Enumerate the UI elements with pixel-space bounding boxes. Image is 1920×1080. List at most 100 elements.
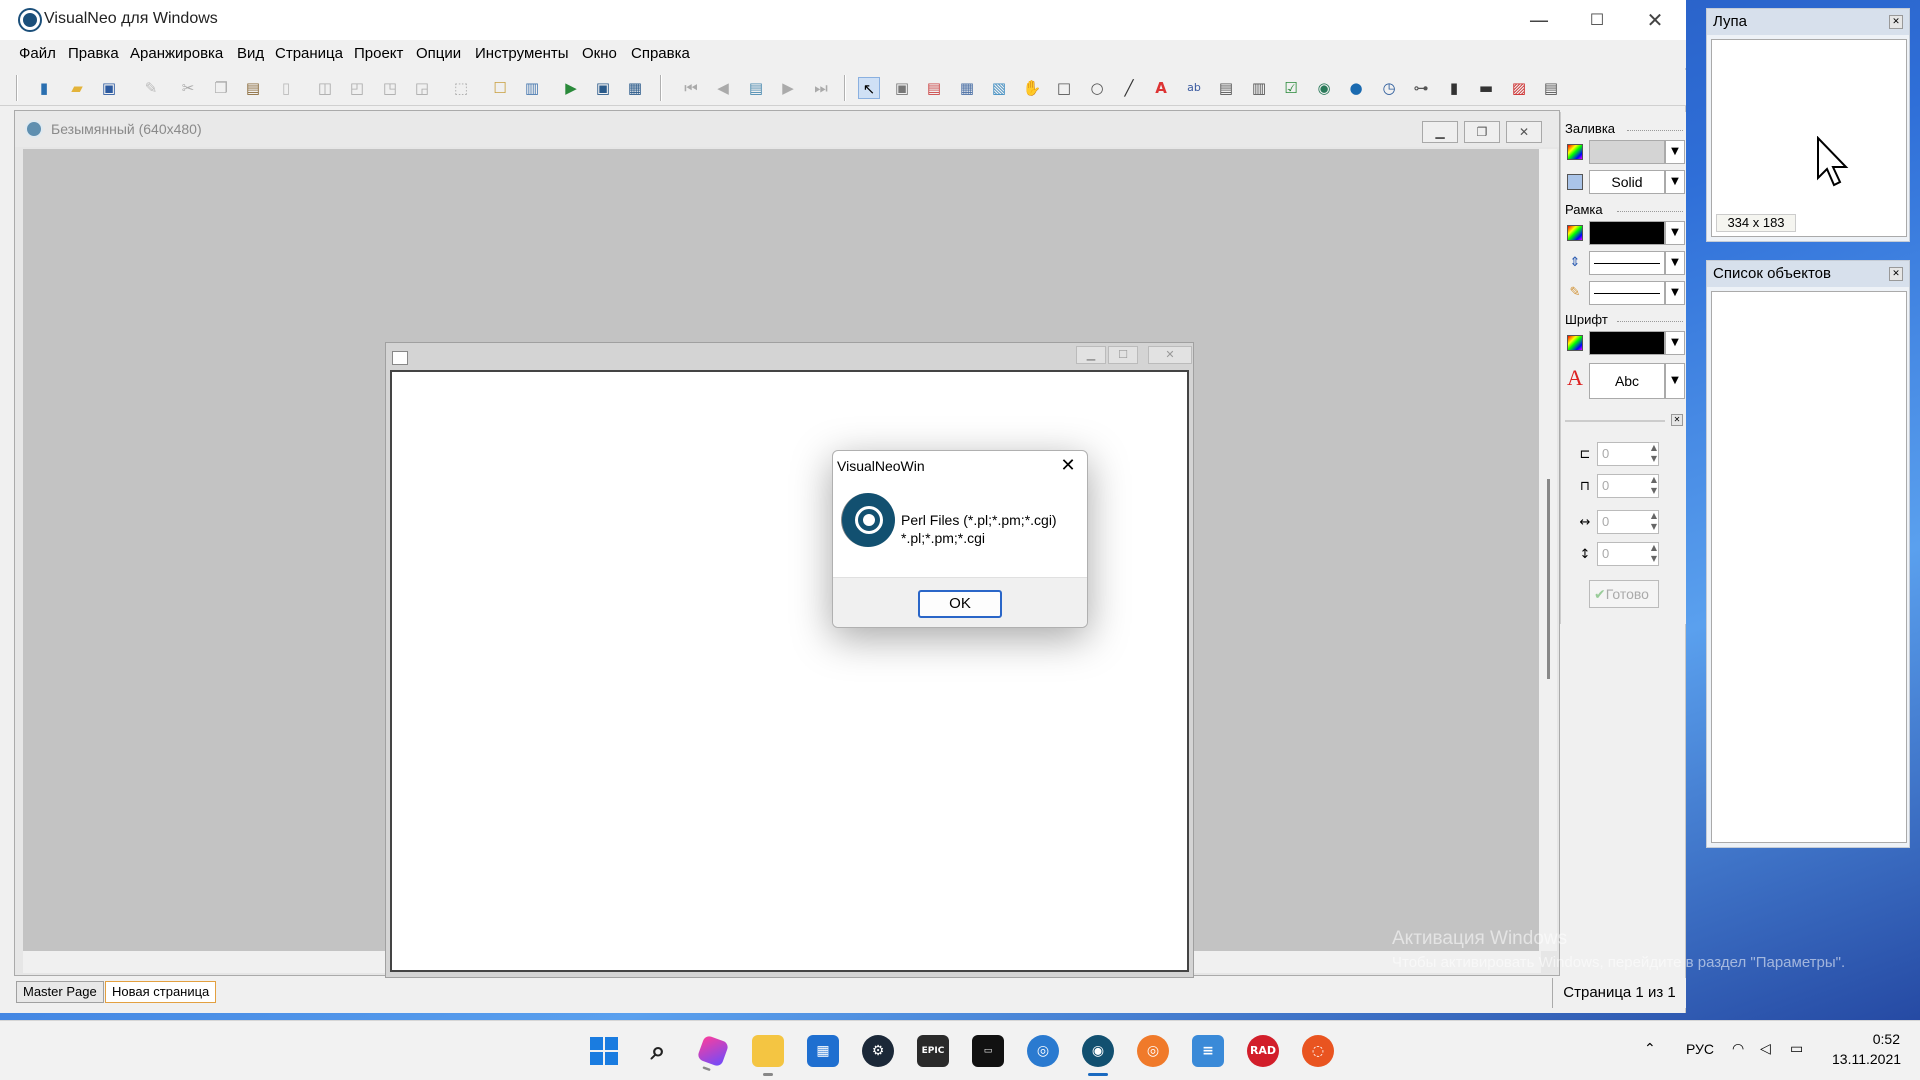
align-icon[interactable]: ◲ xyxy=(411,77,433,99)
gem-app-icon[interactable] xyxy=(696,1034,730,1072)
document-title-bar[interactable]: Безымянный (640x480) ▁ ❐ ✕ xyxy=(15,111,1559,147)
fill-color-select[interactable] xyxy=(1589,140,1665,164)
picture-tool-icon[interactable]: ▧ xyxy=(988,77,1010,99)
group-icon[interactable]: ◫ xyxy=(314,77,336,99)
save-icon[interactable]: ▣ xyxy=(98,77,120,99)
next-page-icon[interactable]: ▶ xyxy=(777,77,799,99)
listbox-tool-icon[interactable]: ▤ xyxy=(1215,77,1237,99)
plugin-tool-icon[interactable]: ▤ xyxy=(1540,77,1562,99)
close-button[interactable]: ✕ xyxy=(1626,0,1684,40)
brush-icon[interactable]: ✎ xyxy=(140,77,162,99)
menu-tools[interactable]: Инструменты xyxy=(475,45,569,62)
first-page-icon[interactable]: ⏮ xyxy=(680,77,702,99)
border-style-dropdown[interactable]: ▼ xyxy=(1665,281,1685,305)
paste-icon[interactable]: ▤ xyxy=(242,77,264,99)
compile-icon[interactable]: ▦ xyxy=(624,77,646,99)
font-select[interactable]: Abc xyxy=(1589,363,1665,399)
steam-icon[interactable]: ⚙ xyxy=(862,1035,894,1067)
menu-project[interactable]: Проект xyxy=(354,45,403,62)
run-icon[interactable]: ▶ xyxy=(560,77,582,99)
border-width-select[interactable] xyxy=(1589,251,1665,275)
preview-icon[interactable]: ▣ xyxy=(592,77,614,99)
position-panel-close-icon[interactable]: ✕ xyxy=(1671,414,1683,426)
origin-icon[interactable]: ◎ xyxy=(1137,1035,1169,1067)
text-tool-icon[interactable]: ▤ xyxy=(923,77,945,99)
document-minimize-button[interactable]: ▁ xyxy=(1422,121,1458,143)
tab-new-page[interactable]: Новая страница xyxy=(105,981,217,1003)
new-book-icon[interactable]: ▮ xyxy=(33,77,55,99)
ubuntu-icon[interactable]: ◌ xyxy=(1302,1035,1334,1067)
objects-list[interactable] xyxy=(1711,291,1907,843)
file-explorer-icon[interactable] xyxy=(752,1035,784,1076)
hotspot-tool-icon[interactable]: ✋ xyxy=(1021,77,1043,99)
goto-page-icon[interactable]: ▤ xyxy=(745,77,767,99)
line-tool-icon[interactable]: ╱ xyxy=(1118,77,1140,99)
delete-icon[interactable]: ▯ xyxy=(275,77,297,99)
notes-app-icon[interactable]: ≡ xyxy=(1192,1035,1224,1067)
volume-icon[interactable]: ◁ xyxy=(1760,1041,1771,1057)
search-icon[interactable]: ⌕ xyxy=(642,1035,674,1067)
vertical-scrollbar[interactable] xyxy=(1539,149,1557,951)
minimize-button[interactable]: — xyxy=(1510,0,1568,40)
font-dropdown[interactable]: ▼ xyxy=(1665,363,1685,399)
cut-icon[interactable]: ✂ xyxy=(177,77,199,99)
fill-color-dropdown[interactable]: ▼ xyxy=(1665,140,1685,164)
text-object-tool-icon[interactable]: A xyxy=(1150,77,1172,99)
checkbox-tool-icon[interactable]: ☑ xyxy=(1280,77,1302,99)
vertical-scroll-thumb[interactable] xyxy=(1547,479,1550,679)
menu-options[interactable]: Опции xyxy=(416,45,461,62)
ok-button[interactable]: OK xyxy=(918,590,1002,618)
menu-view[interactable]: Вид xyxy=(237,45,264,62)
document-restore-button[interactable]: ❐ xyxy=(1464,121,1500,143)
loupe-close-icon[interactable]: ✕ xyxy=(1889,15,1903,29)
wifi-icon[interactable]: ◠ xyxy=(1732,1041,1744,1057)
page-props-icon[interactable]: ▥ xyxy=(521,77,543,99)
menu-page[interactable]: Страница xyxy=(275,45,343,62)
select-all-icon[interactable]: ⬚ xyxy=(450,77,472,99)
document-close-button[interactable]: ✕ xyxy=(1506,121,1542,143)
height-spinner[interactable]: ▲ ▼ xyxy=(1647,542,1661,566)
fill-style-select[interactable]: Solid xyxy=(1589,170,1665,194)
browser-tool-icon[interactable]: ● xyxy=(1345,77,1367,99)
prev-page-icon[interactable]: ◀ xyxy=(712,77,734,99)
visualneo-taskbar-icon[interactable]: ◉ xyxy=(1082,1035,1114,1076)
tray-chevron-icon[interactable]: ⌃ xyxy=(1644,1041,1656,1057)
objects-list-close-icon[interactable]: ✕ xyxy=(1889,267,1903,281)
ruler-tool-icon[interactable]: ▬ xyxy=(1475,77,1497,99)
bring-front-icon[interactable]: ◰ xyxy=(346,77,368,99)
border-style-select[interactable] xyxy=(1589,281,1665,305)
border-width-dropdown[interactable]: ▼ xyxy=(1665,251,1685,275)
top-spinner[interactable]: ▲ ▼ xyxy=(1647,474,1661,498)
epic-games-icon[interactable]: EPIC xyxy=(917,1035,949,1067)
last-page-icon[interactable]: ⏭ xyxy=(810,77,832,99)
language-indicator[interactable]: РУС xyxy=(1686,1041,1714,1057)
pointer-tool-icon[interactable]: ↖ xyxy=(858,77,880,99)
pdf-tool-icon[interactable]: ▨ xyxy=(1508,77,1530,99)
browser-icon[interactable]: ◎ xyxy=(1027,1035,1059,1067)
button-tool-icon[interactable]: ▣ xyxy=(891,77,913,99)
border-color-select[interactable] xyxy=(1589,221,1665,245)
maximize-button[interactable]: ☐ xyxy=(1568,0,1626,40)
new-page-icon[interactable]: ☐ xyxy=(489,77,511,99)
radio-tool-icon[interactable]: ◉ xyxy=(1313,77,1335,99)
battery-icon[interactable]: ▭ xyxy=(1790,1041,1803,1057)
media-tool-icon[interactable]: ▮ xyxy=(1443,77,1465,99)
rad-studio-icon[interactable]: RAD xyxy=(1247,1035,1279,1067)
article-tool-icon[interactable]: ▦ xyxy=(956,77,978,99)
clock-date[interactable]: 13.11.2021 xyxy=(1832,1051,1901,1067)
font-color-select[interactable] xyxy=(1589,331,1665,355)
open-folder-icon[interactable]: ▰ xyxy=(66,77,88,99)
left-spinner[interactable]: ▲ ▼ xyxy=(1647,442,1661,466)
terminal-icon[interactable]: ▭ xyxy=(972,1035,1004,1067)
windows-start-icon[interactable] xyxy=(588,1035,620,1067)
menu-help[interactable]: Справка xyxy=(631,45,690,62)
tab-master-page[interactable]: Master Page xyxy=(16,981,104,1003)
font-color-dropdown[interactable]: ▼ xyxy=(1665,331,1685,355)
rectangle-tool-icon[interactable]: □ xyxy=(1053,77,1075,99)
menu-arrange[interactable]: Аранжировка xyxy=(130,45,223,62)
timer-tool-icon[interactable]: ◷ xyxy=(1378,77,1400,99)
fill-style-dropdown[interactable]: ▼ xyxy=(1665,170,1685,194)
slider-tool-icon[interactable]: ⊶ xyxy=(1410,77,1432,99)
dialog-close-button[interactable]: ✕ xyxy=(1053,453,1083,479)
apply-button[interactable]: ✔Готово xyxy=(1589,580,1659,608)
